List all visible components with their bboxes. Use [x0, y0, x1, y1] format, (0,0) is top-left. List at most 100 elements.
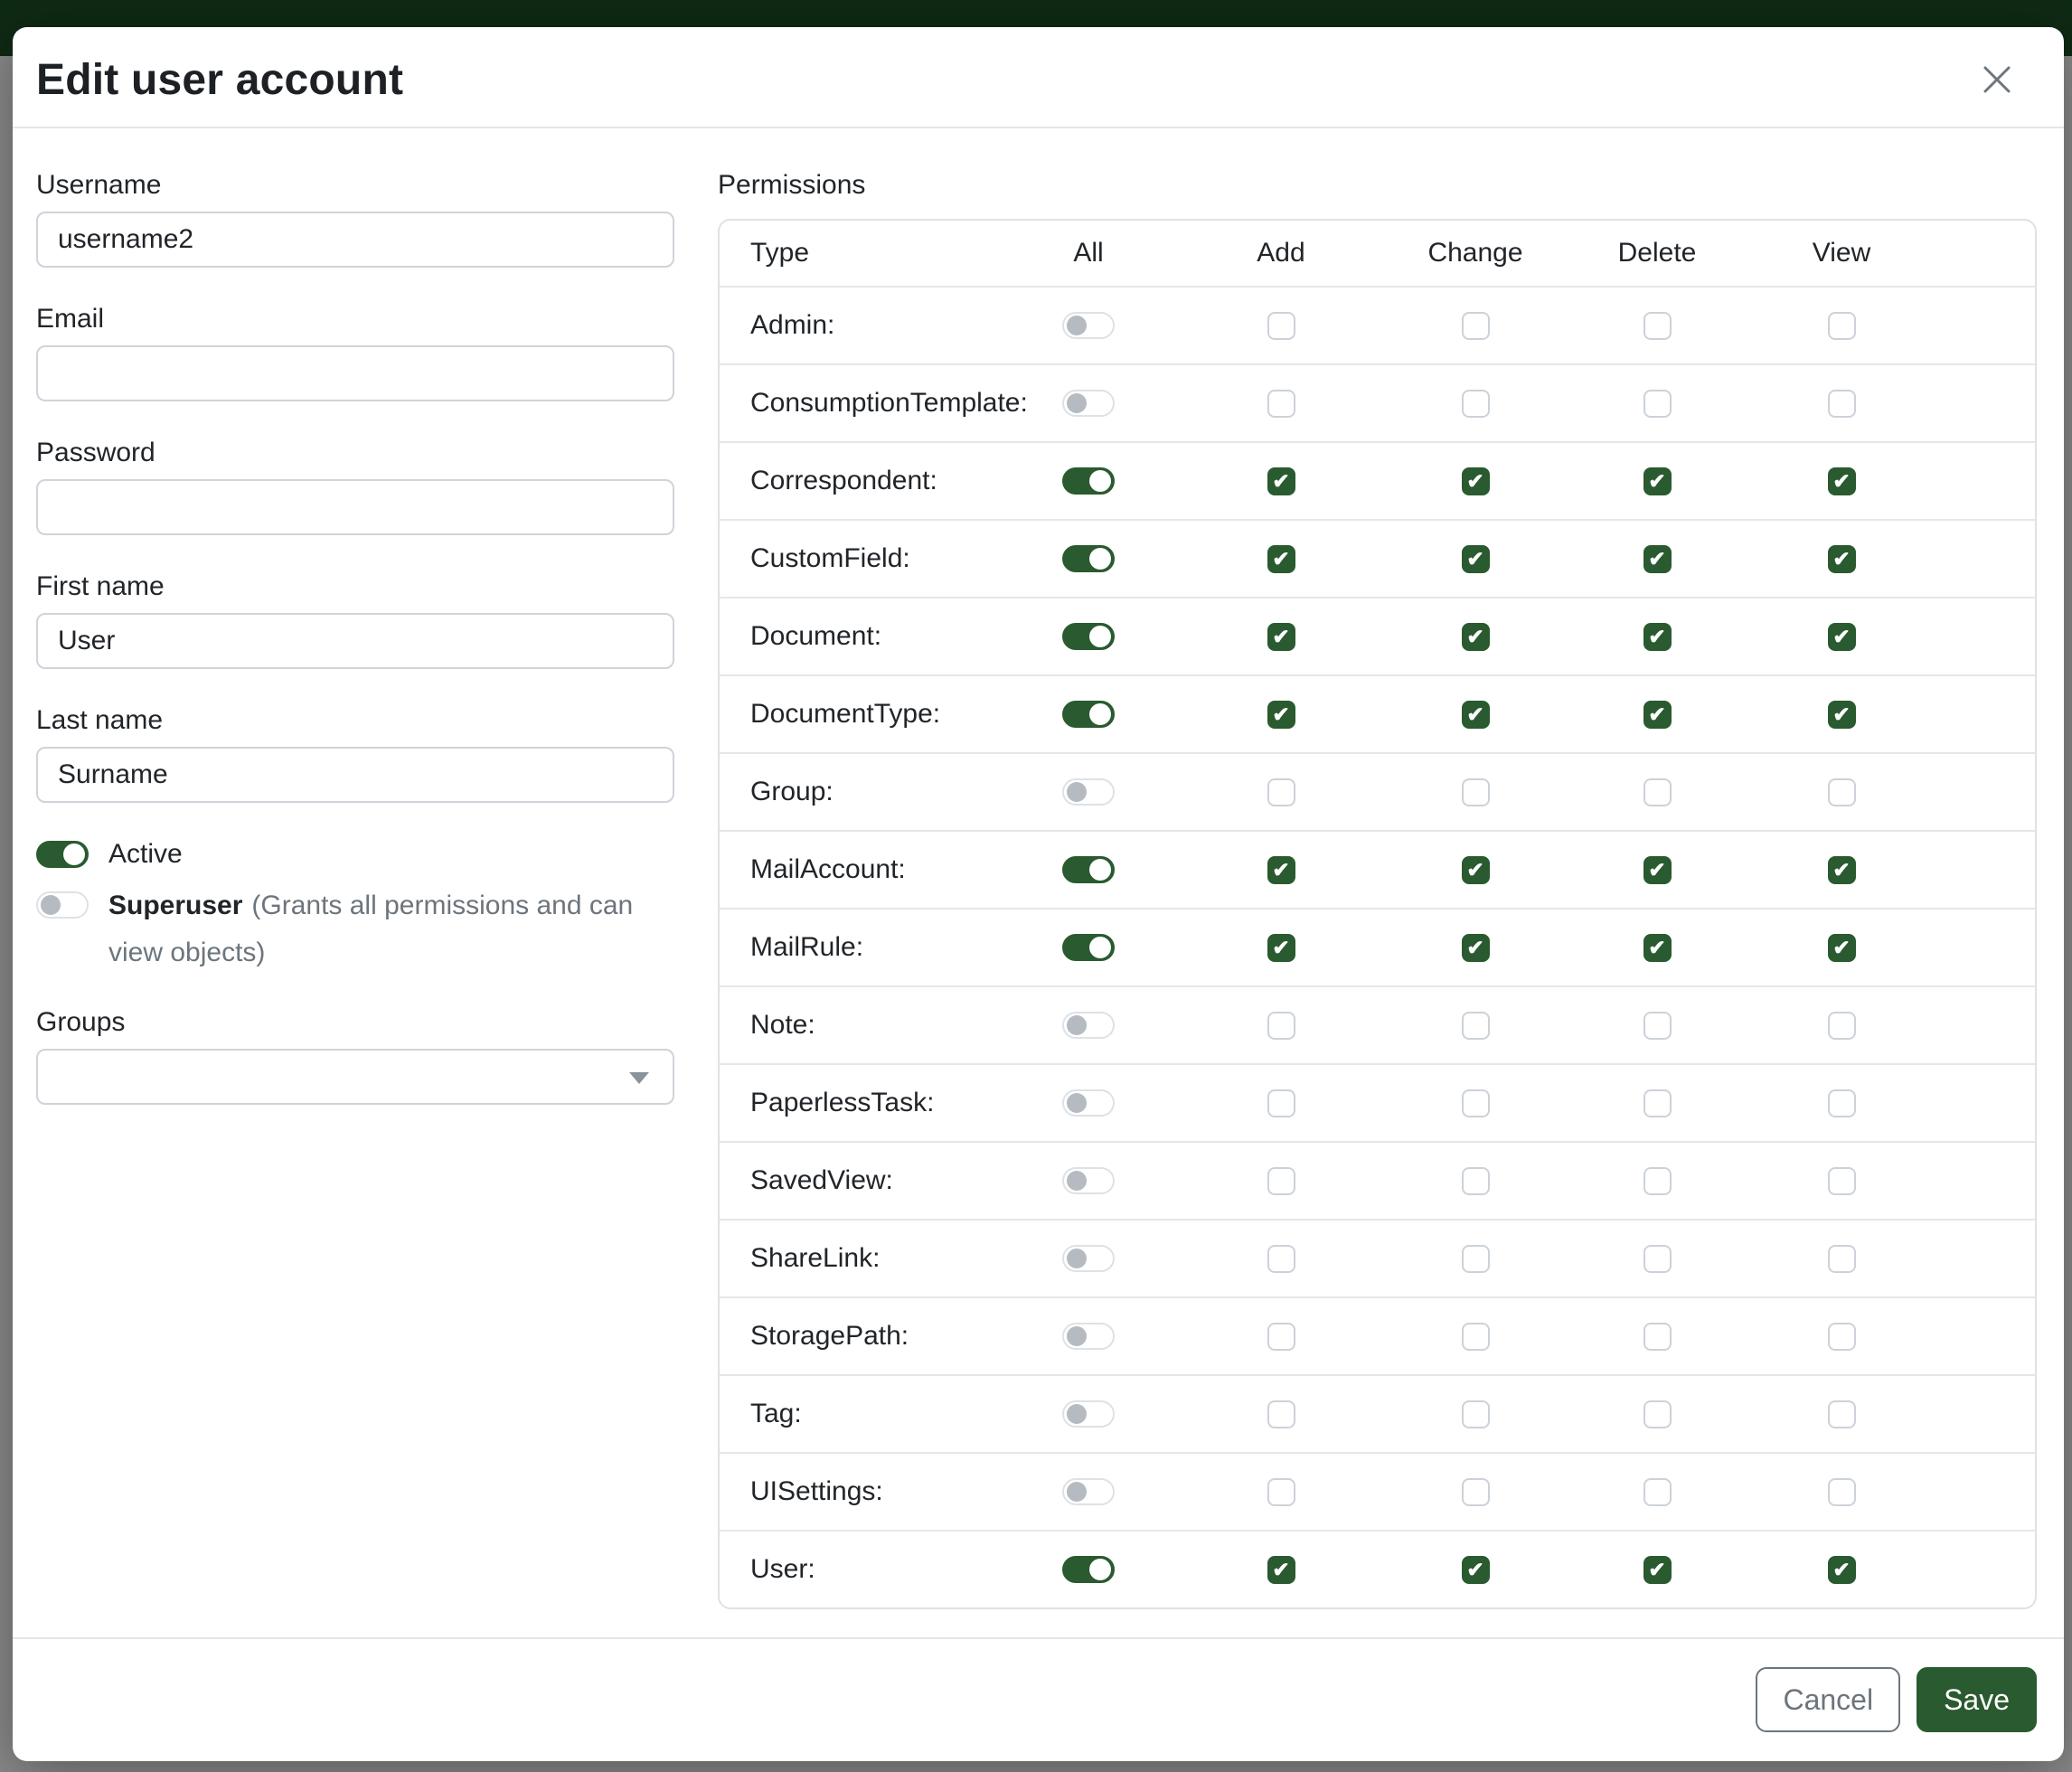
permission-all-toggle[interactable] [1062, 1245, 1115, 1272]
permission-all-toggle[interactable] [1062, 467, 1115, 495]
permission-delete-checkbox[interactable] [1643, 390, 1672, 418]
permission-add-checkbox[interactable] [1267, 1167, 1295, 1195]
permission-delete-checkbox[interactable] [1643, 1089, 1672, 1117]
permission-change-checkbox[interactable] [1462, 312, 1490, 340]
email-input[interactable] [36, 345, 674, 401]
permission-view-checkbox[interactable] [1828, 1245, 1856, 1273]
permission-delete-checkbox[interactable] [1643, 1012, 1672, 1040]
superuser-toggle[interactable] [36, 891, 89, 919]
permission-delete-checkbox[interactable]: ✔ [1643, 623, 1672, 651]
permission-add-checkbox[interactable]: ✔ [1267, 623, 1295, 651]
permission-change-checkbox[interactable] [1462, 1400, 1490, 1428]
first-name-input[interactable] [36, 613, 674, 669]
permission-all-toggle[interactable] [1062, 1089, 1115, 1117]
permission-delete-checkbox[interactable] [1643, 1323, 1672, 1351]
permission-change-checkbox[interactable]: ✔ [1462, 934, 1490, 962]
permission-type-label: UISettings: [720, 1476, 1000, 1507]
permission-add-checkbox[interactable]: ✔ [1267, 701, 1295, 729]
active-toggle[interactable] [36, 841, 89, 868]
permission-delete-checkbox[interactable] [1643, 778, 1672, 806]
permission-view-checkbox[interactable] [1828, 1400, 1856, 1428]
permission-view-checkbox[interactable] [1828, 312, 1856, 340]
permission-change-checkbox[interactable] [1462, 1323, 1490, 1351]
permission-delete-checkbox[interactable]: ✔ [1643, 545, 1672, 573]
permission-delete-checkbox[interactable] [1643, 312, 1672, 340]
permission-all-toggle[interactable] [1062, 701, 1115, 728]
permission-change-checkbox[interactable] [1462, 1167, 1490, 1195]
permission-delete-checkbox[interactable] [1643, 1245, 1672, 1273]
permission-change-checkbox[interactable]: ✔ [1462, 623, 1490, 651]
permission-delete-checkbox[interactable]: ✔ [1643, 701, 1672, 729]
permission-add-checkbox[interactable] [1267, 1012, 1295, 1040]
permission-delete-checkbox[interactable]: ✔ [1643, 934, 1672, 962]
permission-delete-checkbox[interactable] [1643, 1400, 1672, 1428]
groups-select[interactable] [36, 1049, 674, 1105]
permission-change-checkbox[interactable] [1462, 1089, 1490, 1117]
permission-add-checkbox[interactable]: ✔ [1267, 545, 1295, 573]
permission-view-checkbox[interactable]: ✔ [1828, 701, 1856, 729]
permission-change-checkbox[interactable] [1462, 390, 1490, 418]
permission-all-toggle[interactable] [1062, 1323, 1115, 1350]
permission-all-toggle[interactable] [1062, 1556, 1115, 1583]
permission-add-checkbox[interactable] [1267, 312, 1295, 340]
permission-delete-checkbox[interactable]: ✔ [1643, 1556, 1672, 1584]
permission-change-checkbox[interactable] [1462, 1012, 1490, 1040]
permission-change-checkbox[interactable] [1462, 1245, 1490, 1273]
permission-view-checkbox[interactable] [1828, 390, 1856, 418]
permission-view-checkbox[interactable]: ✔ [1828, 1556, 1856, 1584]
username-input[interactable] [36, 212, 674, 268]
permission-all-toggle[interactable] [1062, 778, 1115, 806]
permission-add-checkbox[interactable] [1267, 390, 1295, 418]
permission-all-toggle[interactable] [1062, 1400, 1115, 1428]
permission-all-toggle[interactable] [1062, 1012, 1115, 1039]
permission-delete-checkbox[interactable]: ✔ [1643, 467, 1672, 495]
permission-view-checkbox[interactable]: ✔ [1828, 856, 1856, 884]
permission-change-checkbox[interactable]: ✔ [1462, 1556, 1490, 1584]
permission-add-checkbox[interactable] [1267, 1478, 1295, 1506]
permission-add-checkbox[interactable]: ✔ [1267, 467, 1295, 495]
permission-all-toggle[interactable] [1062, 934, 1115, 961]
permission-view-checkbox[interactable] [1828, 1323, 1856, 1351]
permission-delete-checkbox[interactable]: ✔ [1643, 856, 1672, 884]
permission-view-checkbox[interactable] [1828, 1478, 1856, 1506]
permission-view-checkbox[interactable]: ✔ [1828, 934, 1856, 962]
permission-change-checkbox[interactable] [1462, 1478, 1490, 1506]
permission-all-toggle[interactable] [1062, 623, 1115, 650]
permission-all-toggle[interactable] [1062, 312, 1115, 339]
permission-all-toggle[interactable] [1062, 1478, 1115, 1505]
permission-add-checkbox[interactable]: ✔ [1267, 856, 1295, 884]
permission-all-toggle[interactable] [1062, 390, 1115, 417]
close-button[interactable] [1970, 52, 2024, 107]
permission-delete-checkbox[interactable] [1643, 1167, 1672, 1195]
permission-change-checkbox[interactable] [1462, 778, 1490, 806]
permission-change-checkbox[interactable]: ✔ [1462, 545, 1490, 573]
permission-delete-checkbox[interactable] [1643, 1478, 1672, 1506]
last-name-input[interactable] [36, 747, 674, 803]
save-button[interactable]: Save [1917, 1667, 2037, 1732]
permission-add-checkbox[interactable] [1267, 1245, 1295, 1273]
password-input[interactable] [36, 479, 674, 535]
permission-type-label: User: [720, 1554, 1000, 1585]
permission-all-toggle[interactable] [1062, 545, 1115, 572]
permission-all-toggle[interactable] [1062, 856, 1115, 883]
permission-change-checkbox[interactable]: ✔ [1462, 467, 1490, 495]
toggle-knob [1067, 1326, 1087, 1346]
permission-change-checkbox[interactable]: ✔ [1462, 701, 1490, 729]
permission-add-checkbox[interactable] [1267, 1400, 1295, 1428]
permission-view-checkbox[interactable] [1828, 1089, 1856, 1117]
permission-view-checkbox[interactable]: ✔ [1828, 545, 1856, 573]
cancel-button[interactable]: Cancel [1756, 1667, 1900, 1732]
permission-add-checkbox[interactable] [1267, 1323, 1295, 1351]
permission-add-checkbox[interactable] [1267, 1089, 1295, 1117]
permission-add-checkbox[interactable] [1267, 778, 1295, 806]
permission-view-checkbox[interactable] [1828, 1012, 1856, 1040]
permission-add-checkbox[interactable]: ✔ [1267, 934, 1295, 962]
toggle-knob [1089, 703, 1111, 725]
permission-view-checkbox[interactable]: ✔ [1828, 623, 1856, 651]
permission-add-checkbox[interactable]: ✔ [1267, 1556, 1295, 1584]
permission-view-checkbox[interactable] [1828, 1167, 1856, 1195]
permission-view-checkbox[interactable] [1828, 778, 1856, 806]
permission-view-checkbox[interactable]: ✔ [1828, 467, 1856, 495]
permission-all-toggle[interactable] [1062, 1167, 1115, 1194]
permission-change-checkbox[interactable]: ✔ [1462, 856, 1490, 884]
